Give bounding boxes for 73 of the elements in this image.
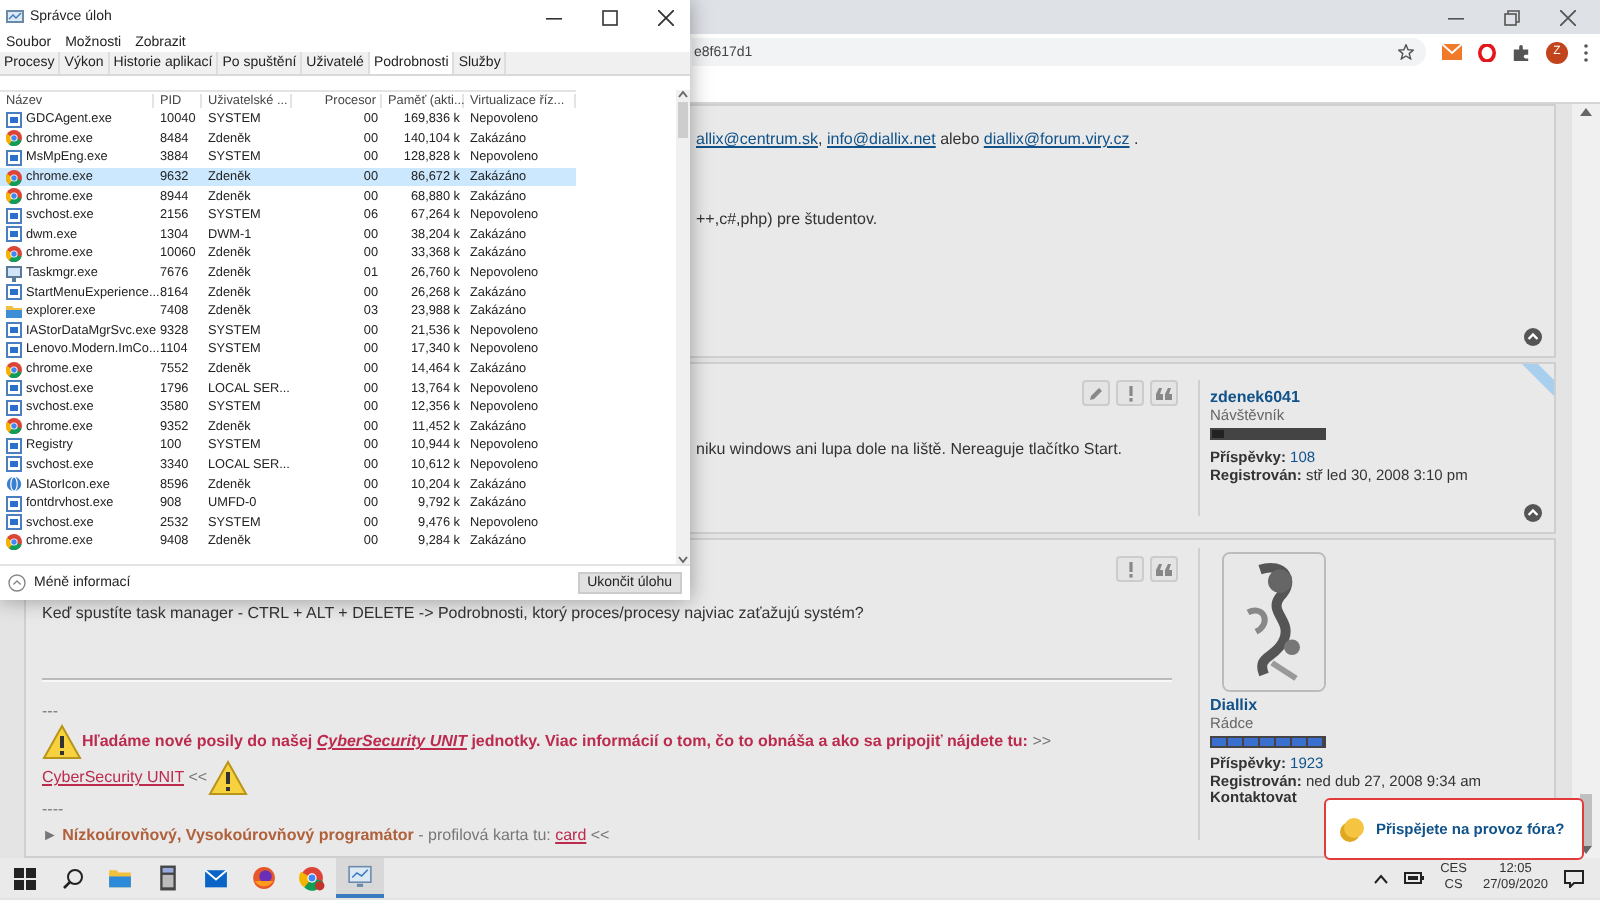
chrome-icon: [6, 130, 22, 147]
post-text: CyberSecurity UNIT <<: [42, 760, 248, 796]
quote-button[interactable]: [1150, 380, 1178, 406]
post-text: ----: [42, 798, 64, 822]
post-text: ++,c#,php) pre študentov.: [696, 208, 878, 232]
maximize-icon[interactable]: [602, 9, 618, 25]
puzzle-icon[interactable]: [1512, 43, 1530, 61]
star-icon[interactable]: [1398, 44, 1414, 60]
calculator-icon: [154, 864, 182, 892]
ring-icon[interactable]: [1478, 43, 1496, 61]
app-icon: [6, 284, 22, 301]
post-text: allix@centrum.sk, info@diallix.net alebo diallix@forum.viry.cz .: [696, 128, 1139, 152]
scroll-top-icon[interactable]: [1524, 504, 1542, 522]
taskmgr-icon: [346, 862, 374, 890]
taskmgr-taskbar-button[interactable]: [336, 858, 384, 898]
author-name[interactable]: zdenek6041: [1210, 388, 1546, 406]
coins-icon: [1338, 815, 1366, 843]
scroll-up-icon[interactable]: [678, 90, 688, 98]
link[interactable]: card: [555, 826, 587, 844]
explorer-icon: [106, 864, 134, 892]
post-text: ► Nízkoúrovňový, Vysokoúrovňový programátor - profilová karta tu: card <<: [42, 824, 610, 848]
globe-icon: [6, 476, 22, 493]
windows-icon: [13, 867, 35, 889]
folder-icon: [6, 303, 22, 320]
monitor-icon: [6, 265, 22, 282]
app-icon: [6, 149, 22, 166]
search-icon: [61, 867, 83, 889]
notification-icon[interactable]: [1564, 869, 1584, 887]
link[interactable]: CyberSecurity UNIT: [42, 768, 184, 787]
email-link[interactable]: diallix@forum.viry.cz: [983, 130, 1130, 148]
author-name[interactable]: Diallix: [1210, 698, 1546, 715]
chrome-icon: [6, 418, 22, 435]
report-button[interactable]: [1116, 556, 1144, 582]
post-text: Hľadáme nové posily do našej CyberSecurity UNIT jednotky. Viac informácií o tom, čo to obnáša a ako sa pripojiť nájdete tu: >>: [42, 724, 1052, 760]
report-button[interactable]: [1116, 380, 1144, 406]
warning-icon: [42, 724, 82, 760]
scrollbar[interactable]: [1572, 104, 1600, 858]
chrome-icon: [6, 533, 22, 550]
email-link[interactable]: info@diallix.net: [826, 130, 936, 148]
quote-icon: [1156, 563, 1172, 575]
restore-icon[interactable]: [1504, 9, 1520, 25]
post-text: Keď spustíte task manager - CTRL + ALT + DELETE -> Podrobnosti, ktorý proces/procesy najviac zaťažujú systém?: [42, 602, 864, 626]
quote-icon: [1156, 387, 1172, 399]
task-manager-icon: [6, 9, 24, 25]
rank-meter: [1210, 428, 1326, 440]
warning-icon: [207, 760, 248, 796]
pencil-icon: [1088, 385, 1104, 401]
chevron-up-icon: [8, 574, 26, 592]
scroll-down-icon[interactable]: [678, 556, 688, 564]
quote-button[interactable]: [1150, 556, 1178, 582]
exclamation-icon: [1127, 561, 1133, 577]
chrome-icon: [6, 245, 22, 262]
scrollbar[interactable]: [676, 90, 690, 564]
mail-icon: [202, 864, 230, 892]
close-icon[interactable]: [658, 9, 674, 25]
scroll-top-icon[interactable]: [1524, 328, 1542, 346]
caret-icon[interactable]: [1374, 873, 1389, 883]
chrome-icon: [298, 864, 326, 892]
post-text: ---: [42, 700, 58, 724]
edit-button[interactable]: [1082, 380, 1110, 406]
scroll-thumb[interactable]: [678, 102, 688, 138]
rank-meter: [1210, 736, 1326, 748]
email-link[interactable]: allix@centrum.sk: [696, 130, 819, 148]
battery-icon[interactable]: [1404, 872, 1425, 884]
link[interactable]: CyberSecurity UNIT: [316, 732, 467, 751]
firefox-icon: [250, 864, 278, 892]
app-icon: [6, 111, 22, 128]
mail-icon[interactable]: [1442, 44, 1462, 60]
close-icon[interactable]: [1560, 9, 1576, 25]
chrome-icon: [6, 361, 22, 378]
exclamation-icon: [1127, 385, 1133, 401]
scroll-up-icon[interactable]: [1580, 108, 1592, 116]
post-text: niku windows ani lupa dole na liště. Nereaguje tlačítko Start.: [696, 438, 1123, 462]
